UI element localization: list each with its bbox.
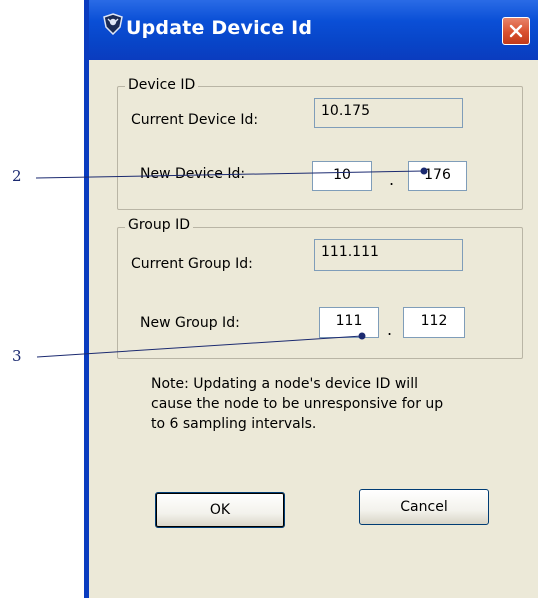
callout-2-line	[35, 170, 425, 179]
callout-lines	[35, 167, 428, 358]
callout-3-line	[36, 335, 363, 358]
callout-2-dot	[420, 167, 428, 175]
callout-3-label: 3	[12, 347, 22, 365]
callout-2-label: 2	[12, 167, 22, 185]
callout-3-dot	[358, 332, 366, 340]
